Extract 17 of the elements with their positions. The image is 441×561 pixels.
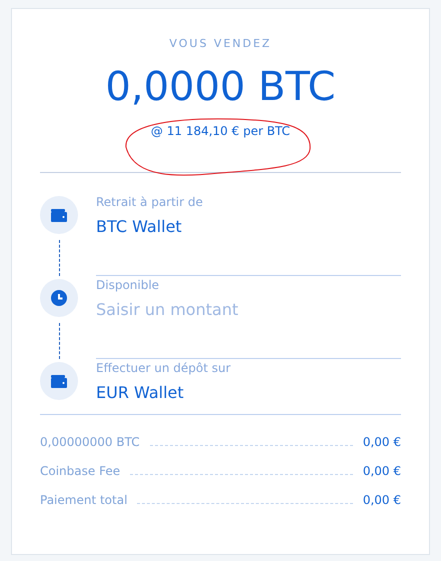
wallet-icon: [51, 374, 67, 388]
wallet-icon: [51, 208, 67, 222]
summary-label: Coinbase Fee: [40, 464, 120, 478]
sell-amount: 0,0000 BTC: [105, 64, 336, 110]
clock-icon: [51, 290, 67, 306]
summary-label: 0,00000000 BTC: [40, 435, 140, 449]
step-label: Disponible: [96, 278, 160, 292]
step-label: Effectuer un dépôt sur: [96, 361, 232, 375]
summary-amount: 0,00 €: [362, 493, 401, 507]
summary-amount: 0,00 €: [362, 464, 401, 478]
exchange-rate: @ 11 184,10 € per BTC: [150, 124, 290, 138]
step-label: Retrait à partir de: [96, 195, 204, 209]
step-value[interactable]: BTC Wallet: [96, 217, 401, 236]
summary-amount: 0,00 €: [362, 435, 401, 449]
summary-label: Paiement total: [40, 493, 128, 507]
sell-label: VOUS VENDEZ: [169, 37, 272, 50]
step-value[interactable]: EUR Wallet: [96, 383, 401, 402]
